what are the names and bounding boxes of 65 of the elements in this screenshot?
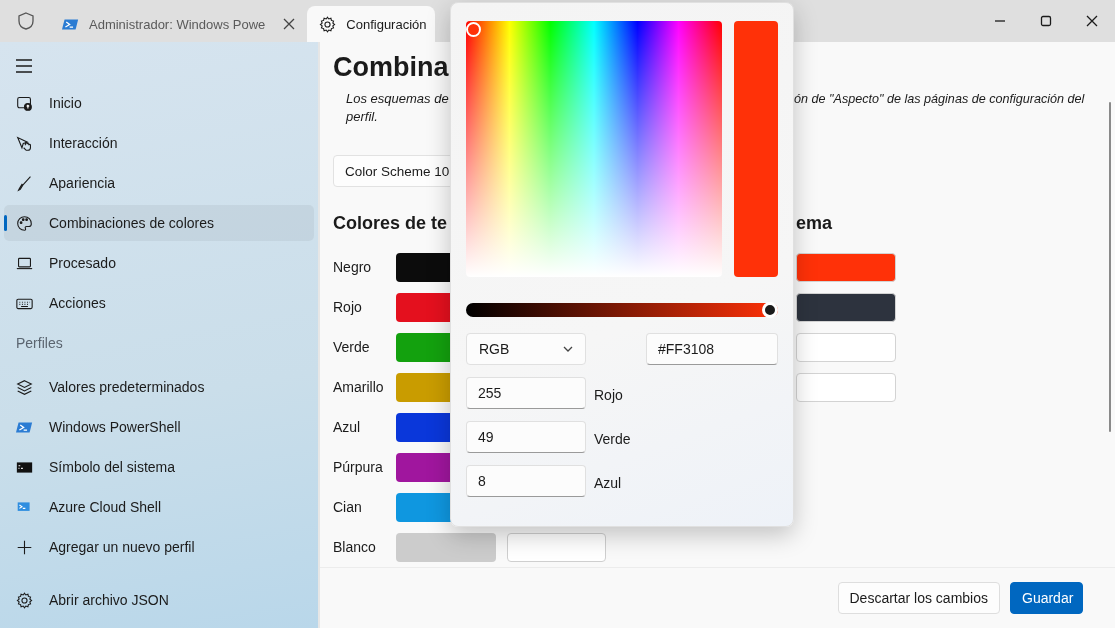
color-swatch[interactable] bbox=[796, 252, 896, 282]
brush-icon bbox=[16, 174, 33, 192]
channel-field[interactable]: 8 bbox=[466, 465, 586, 497]
nav-item[interactable]: Windows PowerShell bbox=[4, 409, 314, 445]
page-title: Combina bbox=[333, 51, 450, 84]
description: ón de "Aspecto" de las páginas de configuración del bbox=[794, 91, 1086, 108]
color-spectrum[interactable] bbox=[466, 21, 722, 277]
layers-icon bbox=[16, 378, 33, 396]
color-swatch[interactable] bbox=[796, 292, 896, 322]
color-label: Azul bbox=[333, 419, 362, 435]
brightness-slider[interactable] bbox=[466, 303, 778, 317]
chevron-down-icon bbox=[563, 346, 573, 352]
settings-icon bbox=[319, 15, 337, 33]
nav-item[interactable]: Valores predeterminados bbox=[4, 369, 314, 405]
nav-item[interactable]: Inicio bbox=[4, 85, 314, 121]
section-heading: Colores de te bbox=[333, 213, 449, 235]
color-label: Rojo bbox=[333, 299, 363, 315]
selection-indicator bbox=[4, 215, 7, 231]
color-label: Amarillo bbox=[333, 379, 385, 395]
plus-icon bbox=[16, 538, 33, 556]
section-heading: ema bbox=[796, 213, 834, 235]
maximize-icon[interactable] bbox=[1040, 15, 1052, 27]
description: perfil. bbox=[344, 108, 379, 126]
field-label: Azul bbox=[594, 475, 622, 491]
tab[interactable]: Administrador: Windows Powe bbox=[50, 6, 308, 42]
slider-thumb[interactable] bbox=[762, 302, 778, 318]
nav-item[interactable]: Símbolo del sistema bbox=[4, 449, 314, 485]
menu-icon[interactable] bbox=[16, 59, 32, 73]
color-swatch[interactable] bbox=[796, 332, 896, 362]
section-header: Perfiles bbox=[15, 334, 64, 353]
nav-item[interactable]: Agregar un nuevo perfil bbox=[4, 529, 314, 565]
color-swatch[interactable] bbox=[796, 372, 896, 402]
color-label: Negro bbox=[333, 259, 373, 275]
field-label: Rojo bbox=[594, 387, 623, 403]
tab[interactable]: Configuración bbox=[307, 6, 435, 42]
monitor-icon bbox=[16, 94, 33, 112]
palette-icon bbox=[16, 214, 33, 232]
nav-item[interactable]: Interacción bbox=[4, 125, 314, 161]
color-swatch[interactable] bbox=[396, 532, 496, 562]
color-selector-handle[interactable] bbox=[466, 22, 481, 37]
channel-field[interactable]: 255 bbox=[466, 377, 586, 409]
color-label: Púrpura bbox=[333, 459, 384, 475]
color-label: Verde bbox=[333, 339, 371, 355]
nav-item[interactable]: Acciones bbox=[4, 285, 314, 321]
shield-icon bbox=[16, 11, 36, 31]
settings-icon bbox=[16, 591, 33, 609]
field-label: Verde bbox=[594, 431, 631, 447]
nav-item[interactable]: Abrir archivo JSON bbox=[4, 582, 314, 618]
nav-item[interactable]: Procesado bbox=[4, 245, 314, 281]
scrollbar[interactable] bbox=[1109, 102, 1111, 432]
channel-field[interactable]: 49 bbox=[466, 421, 586, 453]
color-label: Blanco bbox=[333, 539, 377, 555]
hex-field[interactable]: #FF3108 bbox=[646, 333, 778, 365]
color-swatch[interactable] bbox=[507, 532, 606, 562]
nav-item[interactable]: Combinaciones de colores bbox=[4, 205, 314, 241]
close-icon[interactable] bbox=[1086, 15, 1098, 27]
discard-button[interactable]: Descartar los cambios bbox=[837, 582, 1000, 614]
cursor-hand-icon bbox=[16, 134, 33, 152]
nav-item[interactable]: Apariencia bbox=[4, 165, 314, 201]
mode-dropdown[interactable]: RGB bbox=[466, 333, 586, 365]
save-button[interactable]: Guardar bbox=[1010, 582, 1083, 614]
nav-item[interactable]: Azure Cloud Shell bbox=[4, 489, 314, 525]
color-label: Cian bbox=[333, 499, 363, 515]
close-icon bbox=[283, 18, 296, 30]
description: Los esquemas de bbox=[345, 90, 450, 108]
